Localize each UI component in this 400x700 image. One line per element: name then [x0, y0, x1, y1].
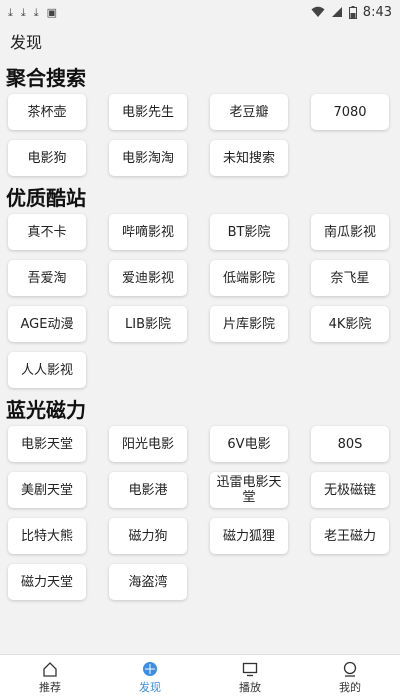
download-icon: ⤓ — [20, 5, 26, 19]
section-title: 蓝光磁力 — [6, 398, 86, 422]
status-time: 8:43 — [362, 4, 392, 20]
site-chip[interactable]: 电影狗 — [8, 140, 86, 176]
section-title: 优质酷站 — [6, 186, 86, 210]
image-icon: ▣ — [46, 5, 58, 19]
site-chip[interactable]: 80S — [311, 426, 389, 462]
site-chip[interactable]: 磁力狐狸 — [210, 518, 288, 554]
site-chip[interactable]: 6V电影 — [210, 426, 288, 462]
status-bar: ⤓ ⤓ ⤓ ▣ 8:43 — [0, 0, 400, 24]
site-chip[interactable]: 低端影院 — [210, 260, 288, 296]
status-left-icons: ⤓ ⤓ ⤓ ▣ — [8, 7, 57, 18]
site-chip[interactable]: 美剧天堂 — [8, 472, 86, 508]
discover-icon — [143, 661, 157, 676]
download-icon: ⤓ — [33, 5, 39, 19]
signal-icon — [331, 7, 342, 17]
section-title: 聚合搜索 — [6, 66, 86, 90]
nav-label: 发现 — [139, 680, 161, 694]
site-chip[interactable]: AGE动漫 — [8, 306, 86, 342]
nav-label: 我的 — [339, 680, 361, 694]
site-chip[interactable]: 磁力天堂 — [8, 564, 86, 600]
site-chip[interactable]: 电影天堂 — [8, 426, 86, 462]
site-chip[interactable]: 海盗湾 — [109, 564, 187, 600]
site-chip[interactable]: 电影先生 — [109, 94, 187, 130]
site-chip[interactable]: 南瓜影视 — [311, 214, 389, 250]
site-grid: 茶杯壶 电影先生 老豆瓣 7080 电影狗 电影淘淘 未知搜索 — [6, 94, 400, 176]
page-title: 发现 — [10, 33, 43, 52]
nav-tv[interactable]: 播放 — [210, 655, 290, 700]
site-chip[interactable]: 人人影视 — [8, 352, 86, 388]
nav-discover[interactable]: 发现 — [110, 655, 190, 700]
download-icon: ⤓ — [8, 5, 13, 19]
nav-user[interactable]: 我的 — [310, 655, 390, 700]
site-chip[interactable]: 真不卡 — [8, 214, 86, 250]
site-chip[interactable]: 电影淘淘 — [109, 140, 187, 176]
site-chip[interactable]: 4K影院 — [311, 306, 389, 342]
nav-label: 推荐 — [39, 680, 61, 694]
site-chip[interactable]: 奈飞星 — [311, 260, 389, 296]
battery-icon — [348, 5, 357, 19]
status-right-icons: 8:43 — [311, 5, 392, 20]
bottom-nav: 推荐 发现 播放 我的 — [0, 654, 400, 700]
user-icon — [343, 661, 357, 677]
site-chip[interactable]: 哔嘀影视 — [109, 214, 187, 250]
nav-label: 播放 — [239, 680, 261, 694]
site-chip[interactable]: 吾爱淘 — [8, 260, 86, 296]
site-chip[interactable]: 片库影院 — [210, 306, 288, 342]
tv-icon — [242, 662, 258, 676]
site-chip[interactable]: 电影港 — [109, 472, 187, 508]
site-chip[interactable]: 老王磁力 — [311, 518, 389, 554]
site-chip[interactable]: 未知搜索 — [210, 140, 288, 176]
app-header: 发现 — [0, 24, 400, 58]
site-grid: 电影天堂 阳光电影 6V电影 80S 美剧天堂 电影港 迅雷电影天堂 无极磁链比特大熊 磁力狗磁… — [6, 426, 400, 600]
site-chip[interactable]: 阳光电影 — [109, 426, 187, 462]
site-chip[interactable]: 迅雷电影天堂 — [210, 472, 288, 508]
site-chip[interactable]: 茶杯壶 — [8, 94, 86, 130]
site-chip[interactable]: 7080 — [311, 94, 389, 130]
site-chip[interactable]: 磁力狗 — [109, 518, 187, 554]
site-chip[interactable]: LIB影院 — [109, 306, 187, 342]
discover-content: 聚合搜索茶杯壶 电影先生 老豆瓣 7080 电影狗 电影淘淘 未知搜索优质酷站真不卡 哔嘀影视… — [0, 62, 400, 654]
site-chip[interactable]: 比特大熊 — [8, 518, 86, 554]
site-chip[interactable]: 老豆瓣 — [210, 94, 288, 130]
home-icon — [43, 661, 57, 677]
site-chip[interactable]: 爱迪影视 — [109, 260, 187, 296]
wifi-icon — [311, 6, 325, 17]
site-chip[interactable]: 无极磁链 — [311, 472, 389, 508]
site-grid: 真不卡 哔嘀影视 BT影院 南瓜影视吾爱淘 爱迪影视 低端影院 奈飞星 AGE动漫 LIB影院片… — [6, 214, 400, 388]
nav-home[interactable]: 推荐 — [10, 655, 90, 700]
site-chip[interactable]: BT影院 — [210, 214, 288, 250]
